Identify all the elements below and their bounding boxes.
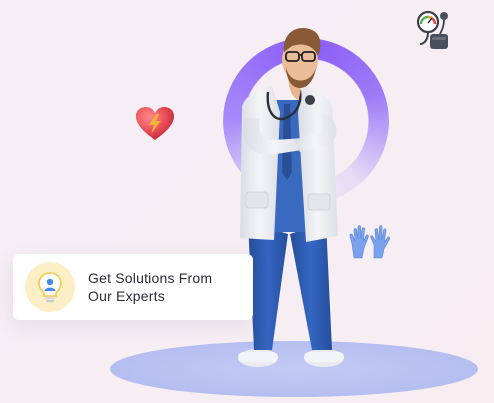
heart-icon — [136, 107, 174, 140]
blood-pressure-monitor-icon — [416, 10, 448, 49]
card-title-line-2: Our Experts — [88, 288, 165, 304]
doctor-figure — [238, 28, 344, 367]
card-text: Get Solutions From Our Experts — [88, 269, 248, 305]
hero-illustration: Get Solutions From Our Experts — [0, 0, 494, 403]
card-title-line-1: Get Solutions From — [88, 270, 213, 286]
lightbulb-person-icon — [25, 262, 75, 312]
solutions-card[interactable]: Get Solutions From Our Experts — [13, 254, 253, 320]
